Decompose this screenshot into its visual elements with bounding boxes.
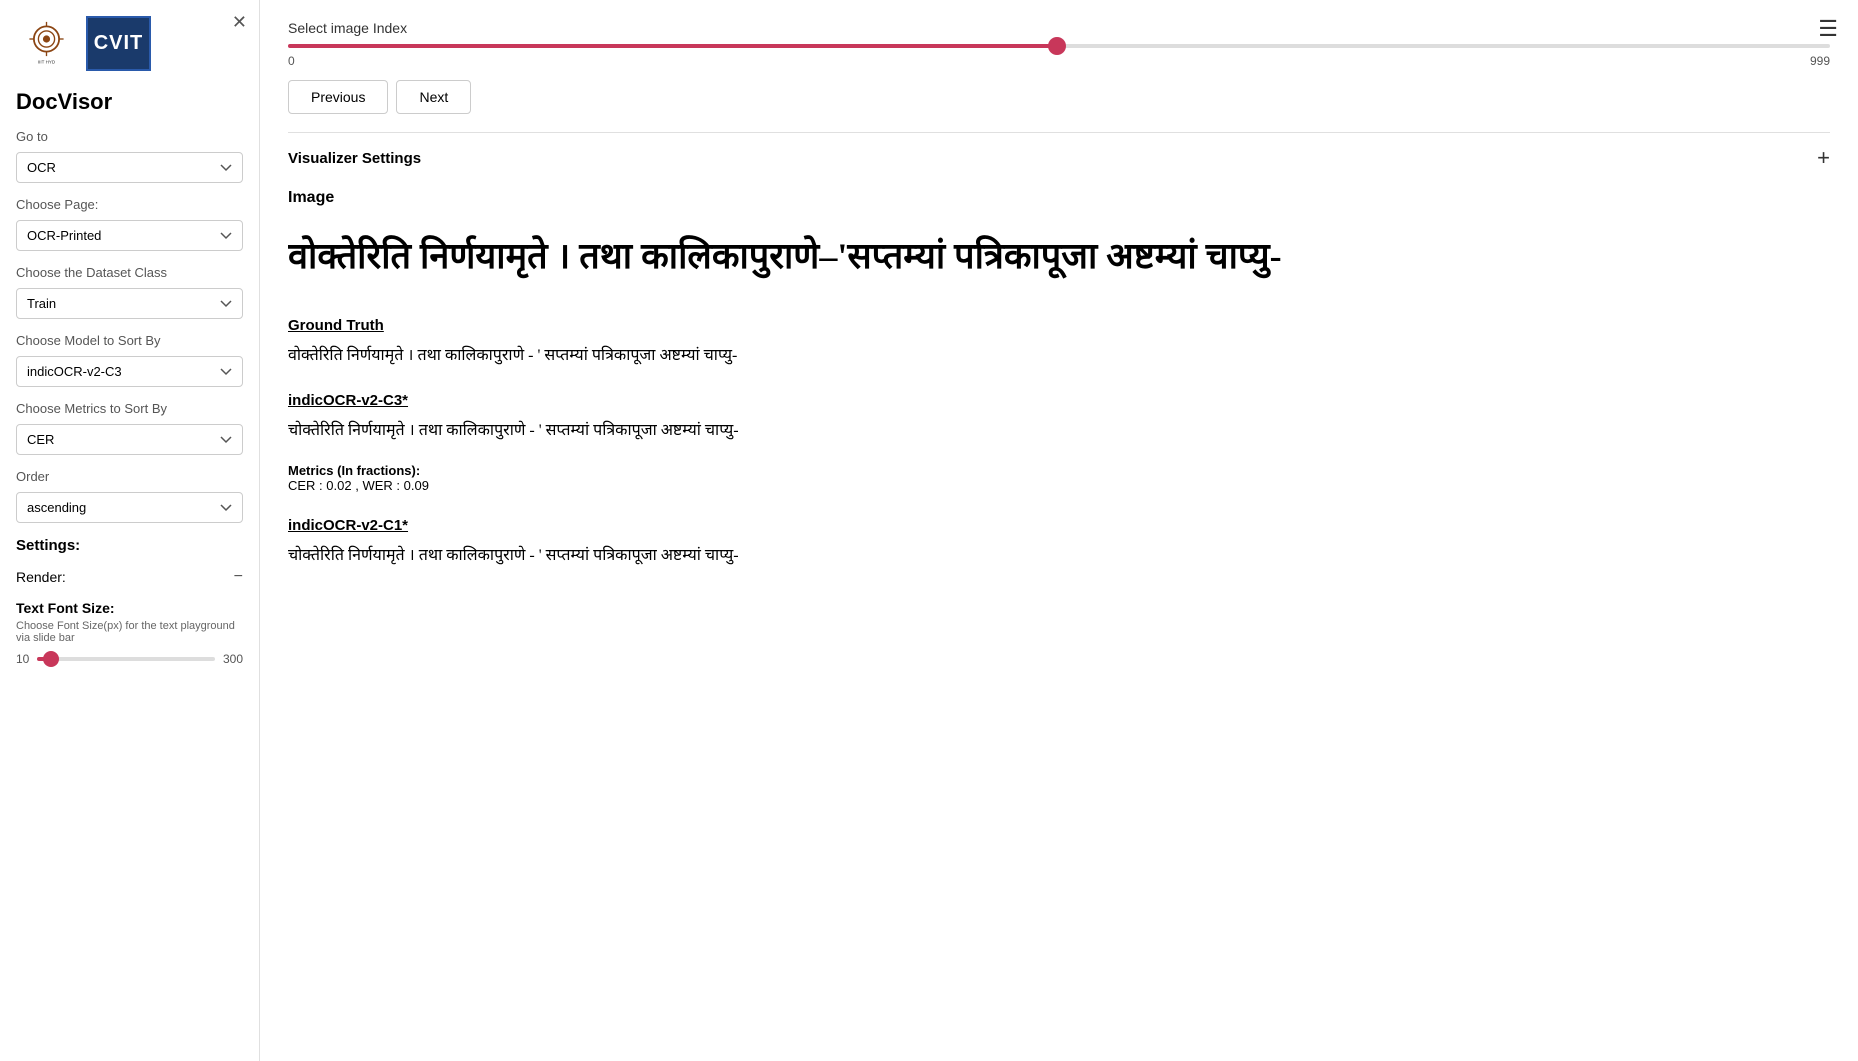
render-label: Render:: [16, 569, 66, 585]
ground-truth-text: वोक्तेरिति निर्णयामृते । तथा कालिकापुराण…: [288, 344, 1830, 368]
font-size-desc: Choose Font Size(px) for the text playgr…: [16, 620, 243, 644]
slider-min-label: 0: [288, 54, 295, 68]
dataset-class-label: Choose the Dataset Class: [16, 265, 243, 280]
next-button[interactable]: Next: [396, 80, 471, 114]
dataset-class-section: Choose the Dataset Class Train: [16, 265, 243, 319]
model1-wer-label: WER :: [362, 478, 400, 493]
ground-truth-label: Ground Truth: [288, 317, 384, 334]
svg-text:IIIT HYD: IIIT HYD: [37, 59, 55, 64]
image-slider-row: [288, 44, 1830, 48]
logos-area: IIIT HYD CVIT: [16, 16, 243, 71]
goto-section: Go to OCR: [16, 129, 243, 183]
sort-metrics-select[interactable]: CER: [16, 424, 243, 455]
choose-page-label: Choose Page:: [16, 197, 243, 212]
model1-cer-label: CER :: [288, 478, 323, 493]
choose-page-section: Choose Page: OCR-Printed: [16, 197, 243, 251]
previous-button[interactable]: Previous: [288, 80, 388, 114]
visualizer-settings-bar: Visualizer Settings +: [288, 132, 1830, 171]
model1-label: indicOCR-v2-C3*: [288, 392, 408, 409]
sort-metrics-label: Choose Metrics to Sort By: [16, 401, 243, 416]
font-slider-max: 300: [223, 652, 243, 666]
sort-metrics-section: Choose Metrics to Sort By CER: [16, 401, 243, 455]
model1-text: चोक्तेरिति निर्णयामृते । तथा कालिकापुराण…: [288, 419, 1830, 443]
model2-text: चोक्तेरिति निर्णयामृते । तथा कालिकापुराण…: [288, 544, 1830, 568]
model1-cer-value: 0.02: [326, 478, 351, 493]
sidebar: ✕ IIIT HYD CVIT DocVisor Go to OCR: [0, 0, 260, 1061]
ground-truth-block: Ground Truth वोक्तेरिति निर्णयामृते । तथ…: [288, 317, 1830, 368]
visualizer-settings-label: Visualizer Settings: [288, 150, 421, 167]
sort-model-label: Choose Model to Sort By: [16, 333, 243, 348]
order-section: Order ascending: [16, 469, 243, 523]
visualizer-settings-expand-button[interactable]: +: [1817, 145, 1830, 171]
choose-page-select[interactable]: OCR-Printed: [16, 220, 243, 251]
select-image-label: Select image Index: [288, 20, 1830, 36]
font-slider-min: 10: [16, 652, 29, 666]
image-index-slider[interactable]: [288, 44, 1830, 48]
model2-label: indicOCR-v2-C1*: [288, 517, 408, 534]
nav-buttons: Previous Next: [288, 80, 1830, 114]
model2-block: indicOCR-v2-C1* चोक्तेरिति निर्णयामृते ।…: [288, 517, 1830, 568]
render-row: Render: −: [16, 568, 243, 586]
hamburger-menu-button[interactable]: ☰: [1818, 16, 1838, 42]
slider-end-labels: 0 999: [288, 54, 1830, 68]
font-slider-container: 10 300: [16, 652, 243, 666]
model1-metrics-label: Metrics (In fractions):: [288, 463, 1830, 478]
goto-select[interactable]: OCR: [16, 152, 243, 183]
document-image: वोक्तेरिति निर्णयामृते । तथा कालिकापुराण…: [288, 219, 1830, 293]
font-size-section: Text Font Size: Choose Font Size(px) for…: [16, 600, 243, 666]
dataset-class-select[interactable]: Train: [16, 288, 243, 319]
app-title: DocVisor: [16, 89, 243, 115]
sort-model-select[interactable]: indicOCR-v2-C3: [16, 356, 243, 387]
goto-label: Go to: [16, 129, 243, 144]
close-button[interactable]: ✕: [232, 12, 247, 33]
font-size-slider[interactable]: [37, 657, 215, 661]
model1-wer-value: 0.09: [404, 478, 429, 493]
iiit-logo: IIIT HYD: [16, 16, 76, 71]
model1-block: indicOCR-v2-C3* चोक्तेरिति निर्णयामृते ।…: [288, 392, 1830, 493]
order-select[interactable]: ascending: [16, 492, 243, 523]
image-section-title: Image: [288, 189, 1830, 207]
settings-title: Settings:: [16, 537, 243, 554]
document-image-text: वोक्तेरिति निर्णयामृते । तथा कालिकापुराण…: [288, 231, 1830, 281]
model1-metrics-values: CER : 0.02 , WER : 0.09: [288, 478, 1830, 493]
main-content: ☰ Select image Index 0 999 Previous Next…: [260, 0, 1858, 1061]
font-size-title: Text Font Size:: [16, 600, 243, 616]
slider-max-label: 999: [1810, 54, 1830, 68]
order-label: Order: [16, 469, 243, 484]
sort-model-section: Choose Model to Sort By indicOCR-v2-C3: [16, 333, 243, 387]
cvit-logo: CVIT: [86, 16, 151, 71]
render-dash-button[interactable]: −: [234, 568, 243, 586]
